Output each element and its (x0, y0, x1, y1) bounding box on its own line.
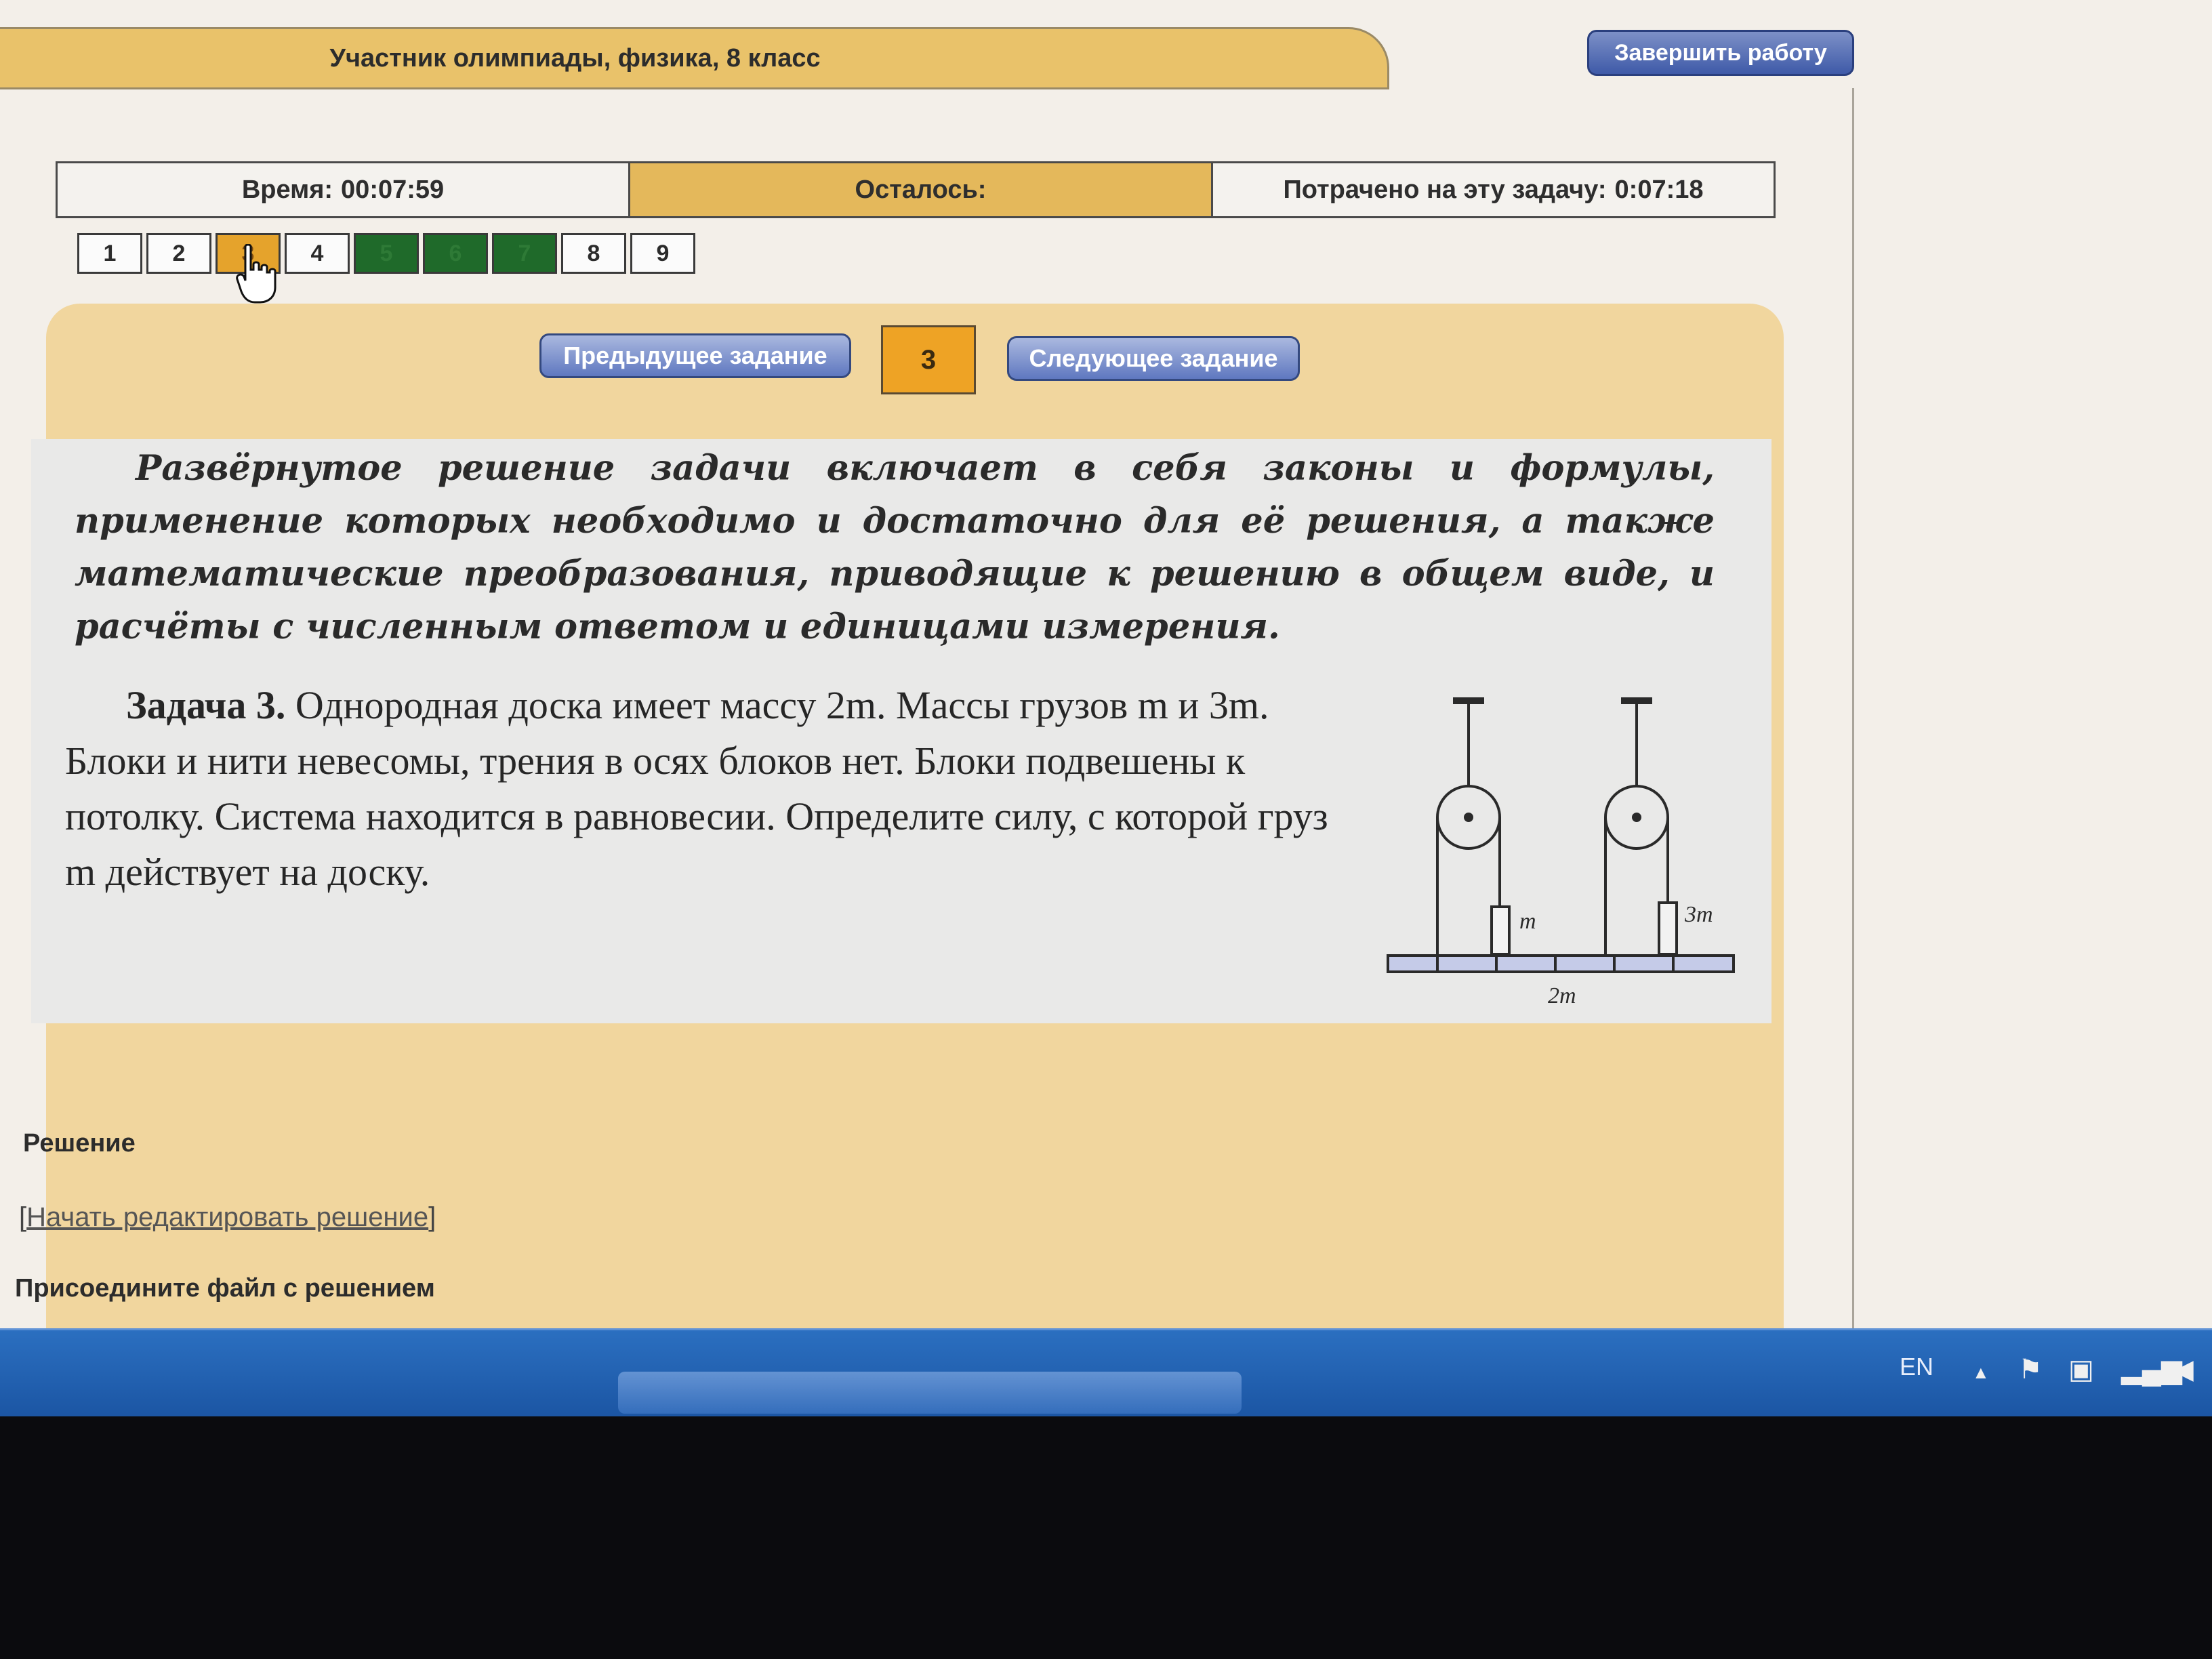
timer-bar: Время: 00:07:59 Осталось: Потрачено на э… (56, 161, 1776, 218)
spent-on-task: Потрачено на эту задачу: 0:07:18 (1213, 163, 1774, 216)
problem-label: Задача 3. (126, 683, 286, 727)
pulley-diagram: m 3m 2m (1387, 697, 1735, 1008)
task-button-7[interactable]: 7 (492, 233, 557, 274)
edit-solution-link[interactable]: Начать редактировать решение (26, 1202, 428, 1232)
solution-heading: Решение (23, 1129, 136, 1158)
task-button-2[interactable]: 2 (146, 233, 211, 274)
task-button-4[interactable]: 4 (285, 233, 350, 274)
problem-statement: Задача 3. Однородная доска имеет массу 2… (65, 678, 1366, 900)
weight-3m-label: 3m (1684, 902, 1713, 927)
next-task-button[interactable]: Следующее задание (1007, 336, 1300, 381)
weight-m-label: m (1519, 909, 1536, 934)
solution-instruction: Развёрнутое решение задачи включает в се… (75, 448, 1715, 647)
browser-viewport: Участник олимпиады, физика, 8 класс Заве… (0, 0, 2212, 1416)
task-button-5[interactable]: 5 (354, 233, 419, 274)
hand-cursor-icon (236, 244, 276, 304)
task-button-6[interactable]: 6 (423, 233, 488, 274)
task-navigator: 1 2 3 4 5 6 7 8 9 (77, 233, 695, 274)
power-icon[interactable]: ▣ (2068, 1354, 2094, 1385)
elapsed-time: Время: 00:07:59 (58, 163, 630, 216)
task-button-1[interactable]: 1 (77, 233, 142, 274)
taskbar-active-window[interactable] (618, 1372, 1242, 1414)
header-tab: Участник олимпиады, физика, 8 класс (0, 27, 1389, 89)
remaining-time-label: Осталось: (855, 175, 987, 204)
elapsed-time-label: Время: (241, 175, 333, 204)
elapsed-time-value: 00:07:59 (341, 175, 445, 204)
spent-on-task-label: Потрачено на эту задачу: (1283, 175, 1607, 204)
show-hidden-icons-icon[interactable]: ▲ (1972, 1362, 1990, 1383)
previous-task-button[interactable]: Предыдущее задание (539, 333, 851, 378)
language-indicator[interactable]: EN (1900, 1353, 1933, 1381)
attach-file-heading: Присоедините файл с решением (15, 1274, 435, 1303)
finish-work-button[interactable]: Завершить работу (1587, 30, 1854, 76)
remaining-time: Осталось: (630, 163, 1213, 216)
action-center-flag-icon[interactable]: ⚑ (2018, 1354, 2043, 1385)
task-button-9[interactable]: 9 (630, 233, 695, 274)
spent-on-task-value: 0:07:18 (1614, 175, 1704, 204)
task-button-8[interactable]: 8 (561, 233, 626, 274)
current-task-number: 3 (881, 325, 976, 394)
edit-solution-wrapper: [Начать редактировать решение] (19, 1202, 436, 1232)
volume-muted-icon[interactable]: ◀ (2173, 1354, 2194, 1385)
page-title: Участник олимпиады, физика, 8 класс (329, 43, 821, 73)
board-mass-label: 2m (1548, 983, 1576, 1008)
